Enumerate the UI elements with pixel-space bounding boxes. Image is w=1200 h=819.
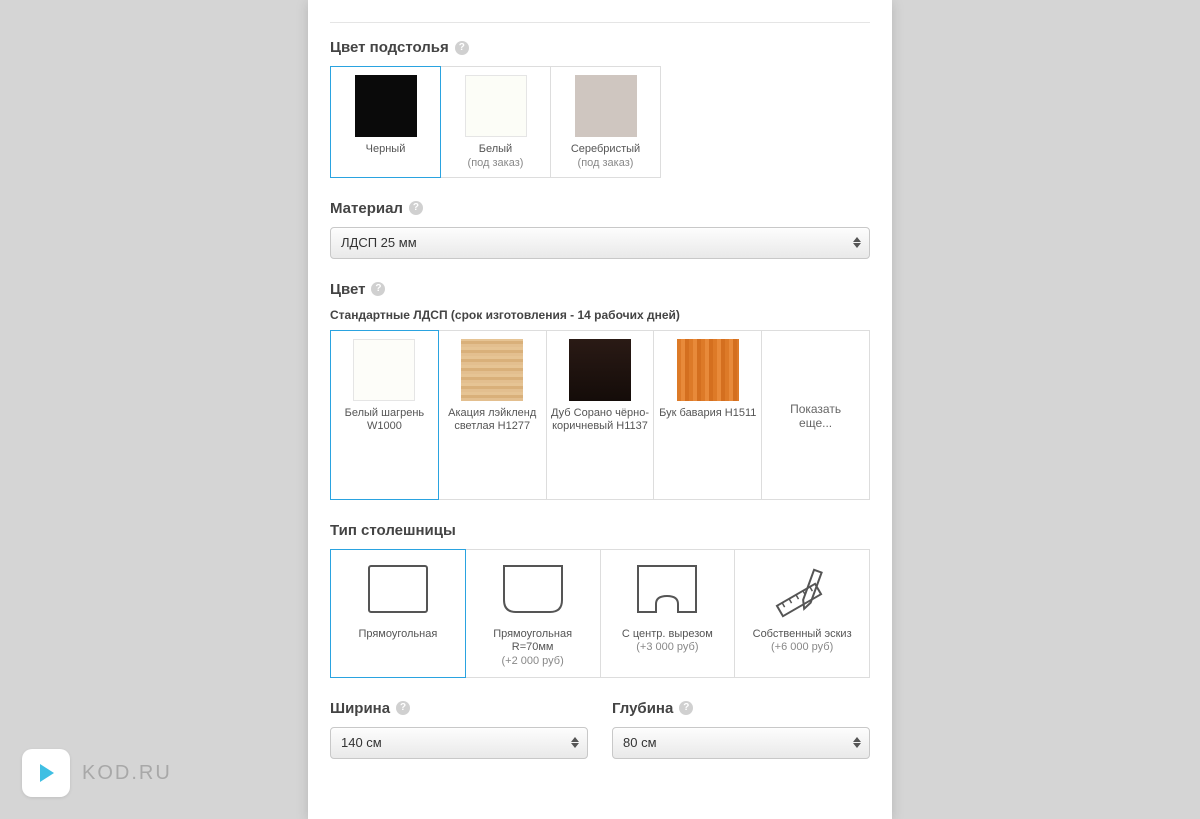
type-label: Прямоугольная	[358, 628, 437, 642]
color-chip	[575, 75, 637, 137]
swatch-label: Бук бавария H1511	[659, 407, 756, 421]
section-label: Цвет подстолья	[330, 39, 449, 56]
tabletop-type-options: Прямоугольная Прямоугольная R=70мм(+2 000…	[330, 549, 870, 678]
color-chip	[353, 339, 415, 401]
section-title-width: Ширина ?	[330, 700, 588, 717]
section-title-base-color: Цвет подстолья ?	[330, 39, 870, 56]
sketch-icon	[767, 560, 837, 620]
swatch-sublabel: (под заказ)	[578, 157, 634, 171]
show-more-button[interactable]: Показать еще...	[761, 330, 870, 500]
section-title-material: Материал ?	[330, 200, 870, 217]
divider	[330, 22, 870, 23]
section-label: Цвет	[330, 281, 365, 298]
site-logo: KOD.RU	[22, 749, 172, 797]
color-swatch[interactable]: Бук бавария H1511	[653, 330, 762, 500]
section-title-depth: Глубина ?	[612, 700, 870, 717]
material-select[interactable]: ЛДСП 25 мм	[330, 227, 870, 259]
select-value: 80 см	[623, 735, 657, 750]
help-icon[interactable]: ?	[409, 201, 423, 215]
tabletop-type-option[interactable]: С центр. вырезом(+3 000 руб)	[600, 549, 736, 678]
swatch-label: Дуб Сорано чёрно-коричневый H1137	[551, 407, 650, 435]
color-swatch[interactable]: Акация лэйкленд светлая H1277	[438, 330, 547, 500]
tabletop-type-option[interactable]: Собственный эскиз(+6 000 руб)	[734, 549, 870, 678]
swatch-label: Акация лэйкленд светлая H1277	[443, 407, 542, 435]
section-title-color: Цвет ?	[330, 281, 870, 298]
section-label: Глубина	[612, 700, 673, 717]
type-sublabel: (+6 000 руб)	[771, 641, 833, 655]
tabletop-type-option[interactable]: Прямоугольная R=70мм(+2 000 руб)	[465, 549, 601, 678]
section-title-tabletop: Тип столешницы	[330, 522, 870, 539]
chevron-up-down-icon	[571, 737, 579, 748]
logo-text: KOD.RU	[82, 762, 172, 785]
help-icon[interactable]: ?	[455, 41, 469, 55]
color-chip	[569, 339, 631, 401]
config-panel: Цвет подстолья ? ЧерныйБелый(под заказ)С…	[308, 0, 892, 819]
base-color-options: ЧерныйБелый(под заказ)Серебристый(под за…	[330, 66, 870, 178]
swatch-sublabel: (под заказ)	[468, 157, 524, 171]
section-label: Материал	[330, 200, 403, 217]
color-chip	[677, 339, 739, 401]
base-color-swatch[interactable]: Черный	[330, 66, 441, 178]
help-icon[interactable]: ?	[679, 701, 693, 715]
chevron-up-down-icon	[853, 737, 861, 748]
logo-badge-icon	[22, 749, 70, 797]
swatch-label: Черный	[366, 143, 406, 157]
type-sublabel: (+2 000 руб)	[501, 655, 563, 669]
rect-rounded-icon	[498, 560, 568, 620]
color-swatch[interactable]: Дуб Сорано чёрно-коричневый H1137	[546, 330, 655, 500]
select-value: ЛДСП 25 мм	[341, 235, 417, 250]
type-label: Собственный эскиз	[753, 628, 852, 642]
help-icon[interactable]: ?	[371, 282, 385, 296]
color-subtitle: Стандартные ЛДСП (срок изготовления - 14…	[330, 308, 870, 322]
swatch-label: Белый шагрень W1000	[335, 407, 434, 435]
type-label: С центр. вырезом	[622, 628, 713, 642]
type-label: Прямоугольная R=70мм	[472, 628, 594, 656]
type-sublabel: (+3 000 руб)	[636, 641, 698, 655]
tabletop-type-option[interactable]: Прямоугольная	[330, 549, 466, 678]
chevron-up-down-icon	[853, 237, 861, 248]
select-value: 140 см	[341, 735, 382, 750]
color-chip	[465, 75, 527, 137]
color-chip	[355, 75, 417, 137]
swatch-label: Белый	[479, 143, 512, 157]
base-color-swatch[interactable]: Серебристый(под заказ)	[550, 66, 661, 178]
base-color-swatch[interactable]: Белый(под заказ)	[440, 66, 551, 178]
width-select[interactable]: 140 см	[330, 727, 588, 759]
rect-notch-icon	[632, 560, 702, 620]
rect-icon	[363, 560, 433, 620]
color-chip	[461, 339, 523, 401]
color-swatch[interactable]: Белый шагрень W1000	[330, 330, 439, 500]
depth-select[interactable]: 80 см	[612, 727, 870, 759]
swatch-label: Серебристый	[571, 143, 640, 157]
section-label: Тип столешницы	[330, 522, 456, 539]
help-icon[interactable]: ?	[396, 701, 410, 715]
section-label: Ширина	[330, 700, 390, 717]
color-options: Белый шагрень W1000 Акация лэйкленд светл…	[330, 330, 870, 500]
